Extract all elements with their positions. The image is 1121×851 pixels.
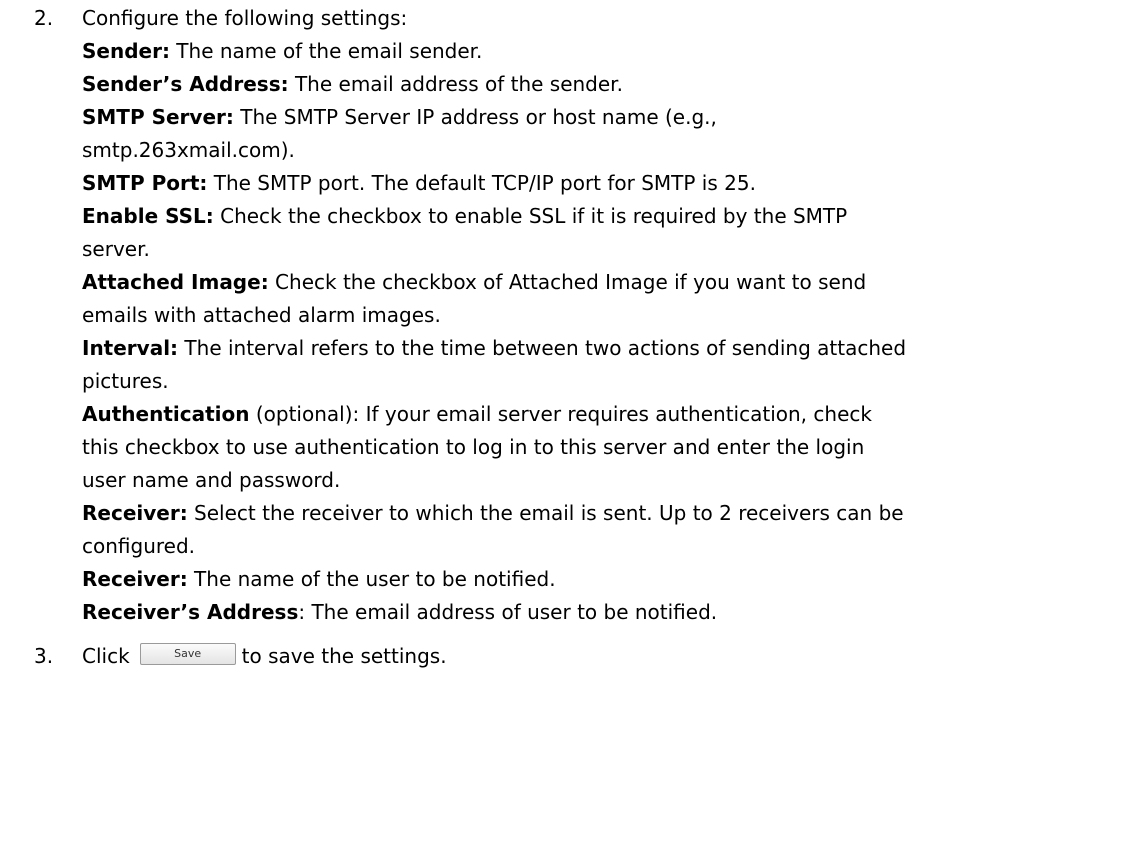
setting-desc: The name of the user to be notified. xyxy=(187,567,556,591)
setting-authentication: Authentication (optional): If your email… xyxy=(82,398,1112,497)
setting-desc: Check the checkbox to enable SSL if it i… xyxy=(213,204,848,228)
setting-attached-image: Attached Image: Check the checkbox of At… xyxy=(82,266,1112,332)
setting-line: Sender: The name of the email sender. xyxy=(82,35,1112,68)
setting-term: SMTP Port: xyxy=(82,171,208,195)
setting-line: SMTP Server: The SMTP Server IP address … xyxy=(82,101,1112,134)
step-3-text: Click Save to save the settings. xyxy=(82,640,1112,673)
setting-line: Interval: The interval refers to the tim… xyxy=(82,332,1112,365)
setting-term: Sender’s Address: xyxy=(82,72,289,96)
setting-desc: The SMTP port. The default TCP/IP port f… xyxy=(207,171,756,195)
step-3-after: to save the settings. xyxy=(241,644,447,668)
setting-desc-continuation: emails with attached alarm images. xyxy=(82,303,441,327)
document-page: 2. Configure the following settings: Sen… xyxy=(0,0,1121,851)
setting-term: Authentication xyxy=(82,402,250,426)
setting-receiver-address: Receiver’s Address: The email address of… xyxy=(82,596,1112,629)
setting-desc: : The email address of user to be notifi… xyxy=(298,600,718,624)
setting-line: Receiver: The name of the user to be not… xyxy=(82,563,1112,596)
setting-interval: Interval: The interval refers to the tim… xyxy=(82,332,1112,398)
setting-desc-continuation: pictures. xyxy=(82,369,169,393)
setting-line: Receiver: Select the receiver to which t… xyxy=(82,497,1112,530)
setting-line: SMTP Port: The SMTP port. The default TC… xyxy=(82,167,1112,200)
setting-term: Attached Image: xyxy=(82,270,269,294)
setting-enable-ssl: Enable SSL: Check the checkbox to enable… xyxy=(82,200,1112,266)
setting-term: Enable SSL: xyxy=(82,204,214,228)
setting-desc-continuation: configured. xyxy=(82,534,196,558)
setting-term: Receiver: xyxy=(82,567,188,591)
setting-line: Sender’s Address: The email address of t… xyxy=(82,68,1112,101)
setting-line: Enable SSL: Check the checkbox to enable… xyxy=(82,200,1112,233)
save-button[interactable]: Save xyxy=(139,642,236,665)
step-3-number: 3. xyxy=(34,644,54,668)
step-2-intro: Configure the following settings: xyxy=(82,6,408,30)
setting-term: Sender: xyxy=(82,39,170,63)
setting-receiver-name: Receiver: The name of the user to be not… xyxy=(82,563,1112,596)
setting-line: Attached Image: Check the checkbox of At… xyxy=(82,266,1112,299)
setting-desc: The interval refers to the time between … xyxy=(178,336,907,360)
setting-smtp-port: SMTP Port: The SMTP port. The default TC… xyxy=(82,167,1112,200)
setting-desc-continuation: this checkbox to use authentication to l… xyxy=(82,435,865,459)
setting-receiver-select: Receiver: Select the receiver to which t… xyxy=(82,497,1112,563)
setting-term: Interval: xyxy=(82,336,179,360)
setting-desc: The email address of the sender. xyxy=(288,72,623,96)
setting-term: SMTP Server: xyxy=(82,105,234,129)
setting-term: Receiver: xyxy=(82,501,188,525)
setting-line: Authentication (optional): If your email… xyxy=(82,398,1112,431)
setting-sender: Sender: The name of the email sender. xyxy=(82,35,1112,68)
setting-smtp-server: SMTP Server: The SMTP Server IP address … xyxy=(82,101,1112,167)
setting-desc: Select the receiver to which the email i… xyxy=(187,501,904,525)
setting-desc-continuation: smtp.263xmail.com). xyxy=(82,138,295,162)
setting-desc: Check the checkbox of Attached Image if … xyxy=(268,270,867,294)
setting-desc-continuation: user name and password. xyxy=(82,468,341,492)
step-3-before: Click xyxy=(82,644,130,668)
setting-desc: (optional): If your email server require… xyxy=(249,402,872,426)
setting-desc: The SMTP Server IP address or host name … xyxy=(233,105,717,129)
step-2-number: 2. xyxy=(34,6,54,30)
setting-term: Receiver’s Address xyxy=(82,600,299,624)
setting-line: Receiver’s Address: The email address of… xyxy=(82,596,1112,629)
setting-desc-continuation: server. xyxy=(82,237,150,261)
setting-desc: The name of the email sender. xyxy=(169,39,483,63)
setting-sender-address: Sender’s Address: The email address of t… xyxy=(82,68,1112,101)
